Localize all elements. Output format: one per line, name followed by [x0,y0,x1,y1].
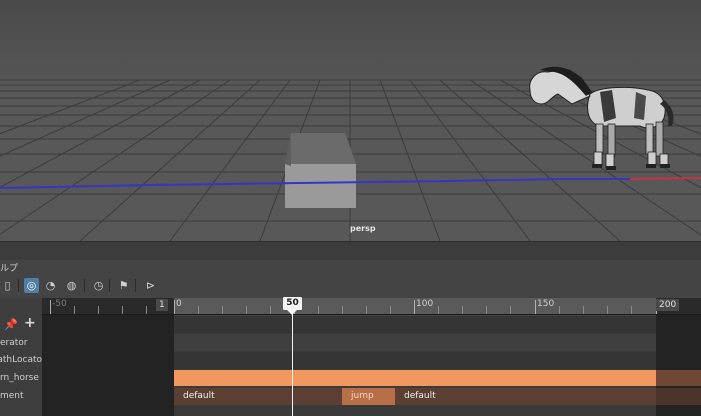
create-clip-icon[interactable]: ◔ [43,278,58,293]
filter-icon[interactable]: ⚑ [116,278,131,293]
playhead-handle[interactable] [286,309,298,315]
x-axis-line [629,177,701,180]
track-label-path-locator[interactable]: pathLocato [0,352,42,369]
toolbar-divider [109,279,110,292]
box-front-face [285,164,356,208]
clip-jump[interactable]: jump [342,388,395,405]
ruler-tick [583,306,584,314]
toolbar-divider [84,279,85,292]
ruler-tick [462,306,463,314]
clip-default[interactable]: default [395,388,656,405]
out-of-range-area [42,298,174,416]
ruler-tick [50,300,51,314]
camera-label: persp [350,224,376,233]
ruler-tick [222,306,223,314]
add-track-icon[interactable]: + [24,315,36,331]
clip-default[interactable]: default [174,388,342,405]
time-warp-icon[interactable]: ◷ [91,278,106,293]
viewport-scene [0,0,701,241]
toolbar-divider [135,279,136,292]
ruler-tick [318,306,319,314]
ruler-label: -50 [52,299,67,309]
editor-menubar [0,241,701,260]
box-top-face [285,133,356,164]
track-label-movement[interactable]: ment [0,388,42,405]
ruler-tick [510,306,511,314]
ruler-tick [122,306,123,314]
ruler-tick [342,306,343,314]
playhead-line[interactable] [292,305,293,416]
menu-item-help[interactable]: ルプ [0,261,18,274]
end-frame-marker[interactable]: 200 [656,299,680,311]
ruler-tick [486,306,487,314]
pin-icon[interactable]: 📌 [4,318,18,331]
ruler-tick [438,306,439,314]
track-row[interactable] [174,352,656,369]
clip-track-extension [656,388,701,405]
track-label-generator[interactable]: erator [0,335,42,352]
track-label-horse[interactable]: rn_horse [0,370,42,387]
ruler-tick [146,306,147,314]
ruler-tick [174,300,175,314]
ruler-tick [631,306,632,314]
key-frame-icon[interactable]: ▯ [0,278,15,293]
viewport-3d[interactable]: persp [0,0,701,241]
ruler-label: 100 [416,299,434,309]
toolbar-divider [18,279,19,292]
ruler-tick [366,306,367,314]
ruler-tick [559,306,560,314]
blend-icon[interactable]: ◍ [64,278,79,293]
ruler-tick [535,300,536,314]
ruler-tick [74,306,75,314]
pose-icon[interactable]: ⊳ [143,278,158,293]
ruler-label: 0 [176,299,182,309]
ruler-tick [98,306,99,314]
sequencer-icon[interactable]: ◎ [24,278,39,293]
ruler-label: 150 [537,299,555,309]
start-frame-marker[interactable]: 1 [156,299,168,311]
viewport-background [0,0,701,80]
horse-character-track-extension [656,370,701,386]
track-row[interactable] [174,316,656,333]
ruler-tick [198,306,199,314]
track-row[interactable] [174,334,656,351]
ruler-tick [270,306,271,314]
ruler-tick [607,306,608,314]
ruler-tick [390,306,391,314]
horse-character-track[interactable] [174,370,656,386]
ruler-tick [414,300,415,314]
ruler-tick [246,306,247,314]
